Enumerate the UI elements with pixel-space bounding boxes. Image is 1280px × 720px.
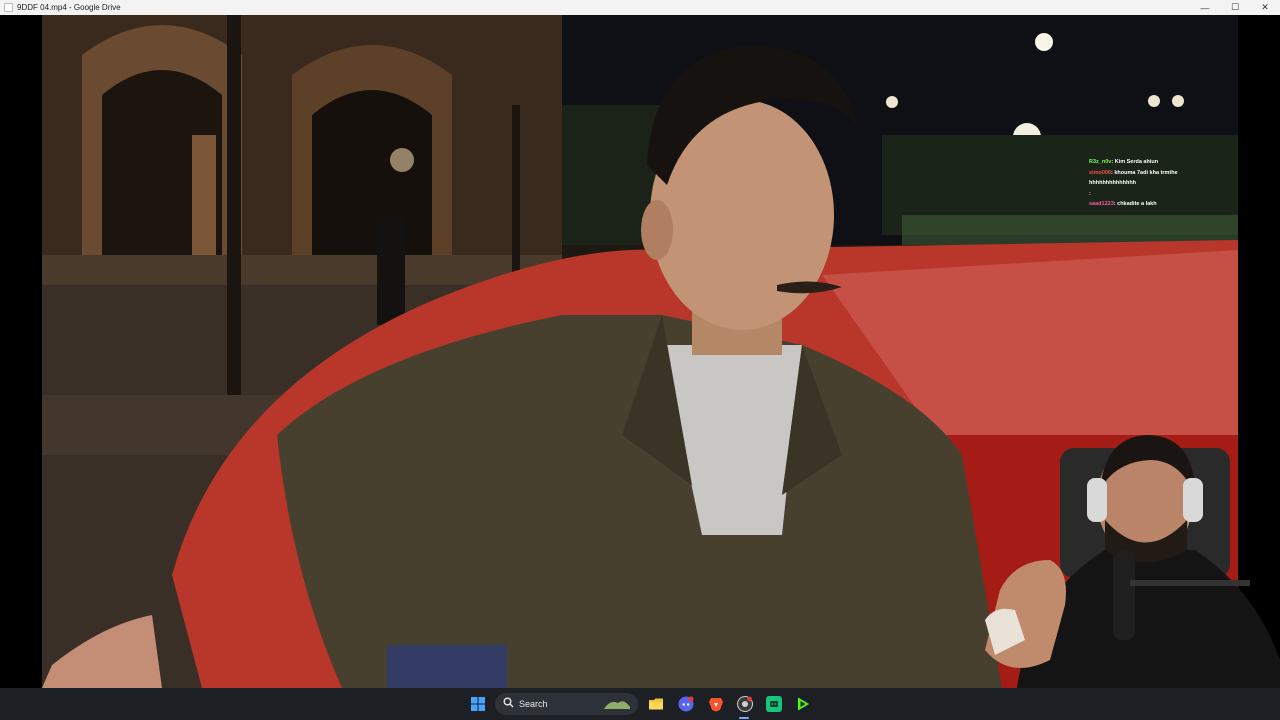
close-button[interactable]: ✕: [1250, 0, 1280, 15]
chat-message: simo006: khouma 7adi kha trmthe: [1089, 168, 1207, 179]
chat-text: :: [1089, 190, 1091, 197]
search-highlight-icon: [602, 697, 632, 716]
chat-message: saad1223: chkadite a lakh: [1089, 199, 1207, 210]
search-label: Search: [519, 699, 548, 709]
discord-icon[interactable]: [678, 696, 694, 712]
chat-message: R3z_n0v: Kim Serda ahiun: [1089, 157, 1207, 168]
media-player-icon[interactable]: [795, 696, 811, 712]
webcam-scene: [985, 435, 1280, 688]
windows-start-icon[interactable]: [470, 696, 486, 712]
app-icon[interactable]: [766, 696, 782, 712]
video-viewer[interactable]: R3z_n0v: Kim Serda ahiun simo006: khouma…: [0, 15, 1280, 688]
chat-message: hhhhhhhhhhhhhh: [1089, 178, 1207, 189]
app-icon: [4, 3, 13, 12]
active-app-indicator: [739, 717, 749, 719]
window-titlebar: 9DDF 04.mp4 - Google Drive — ☐ ✕: [0, 0, 1280, 15]
brave-icon[interactable]: [708, 696, 724, 712]
chat-username: saad1223: [1089, 201, 1114, 208]
chat-username: R3z_n0v: [1089, 159, 1112, 165]
search-icon: [503, 695, 514, 713]
file-explorer-icon[interactable]: [648, 696, 664, 712]
webcam-overlay: [955, 430, 1280, 688]
search-input[interactable]: Search: [495, 693, 638, 715]
minimize-button[interactable]: —: [1190, 0, 1220, 15]
chat-text: : khouma 7adi kha trmthe: [1111, 169, 1178, 176]
chat-overlay: R3z_n0v: Kim Serda ahiun simo006: khouma…: [1089, 157, 1207, 210]
windows-taskbar: Search: [0, 688, 1280, 720]
chat-text: hhhhhhhhhhhhhh: [1089, 180, 1137, 187]
chat-username: simo006: [1089, 169, 1112, 176]
chat-text: : chkadite a lakh: [1113, 201, 1157, 208]
chat-message: :: [1089, 189, 1207, 200]
window-title: 9DDF 04.mp4 - Google Drive: [17, 3, 121, 12]
chrome-icon[interactable]: [737, 696, 753, 712]
window-controls: — ☐ ✕: [1190, 0, 1280, 15]
maximize-button[interactable]: ☐: [1220, 0, 1250, 15]
chat-text: : Kim Serda ahiun: [1111, 159, 1159, 165]
